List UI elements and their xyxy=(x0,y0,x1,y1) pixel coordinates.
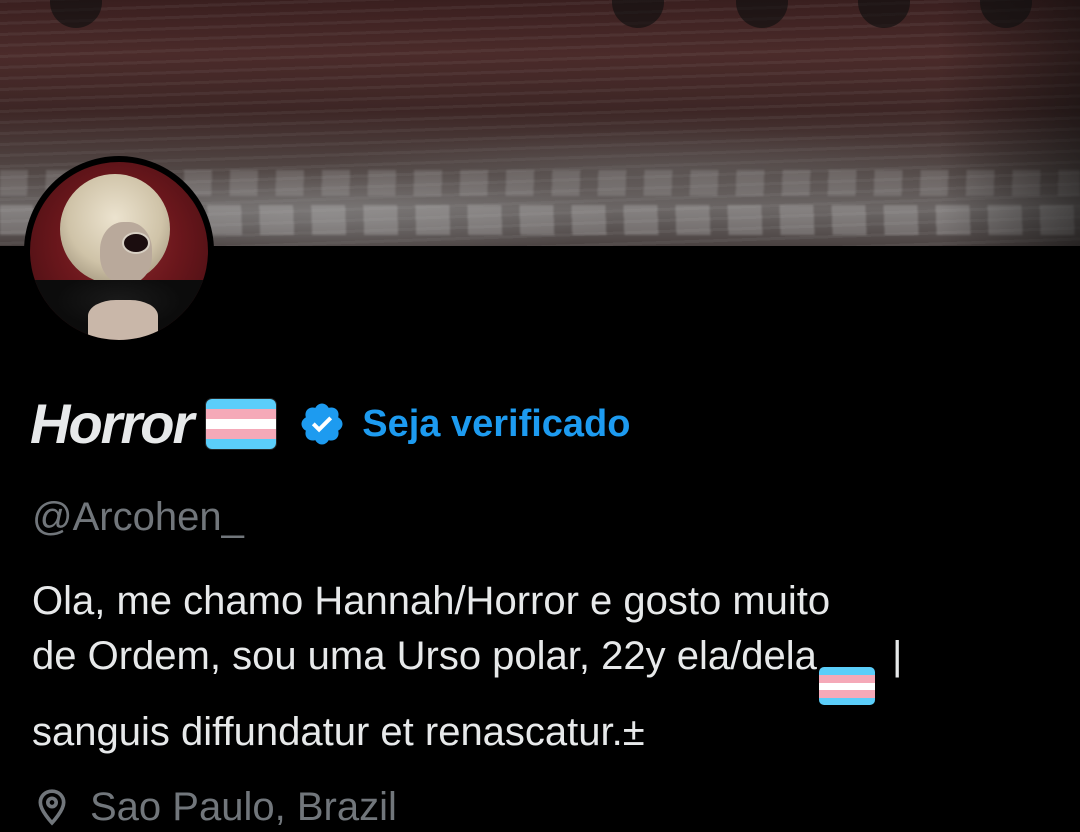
location-row: Sao Paulo, Brazil xyxy=(32,782,397,832)
bio-line: de Ordem, sou uma Urso polar, 22y ela/de… xyxy=(32,629,1042,706)
avatar[interactable] xyxy=(24,156,214,346)
bio-text: | xyxy=(880,634,903,678)
bio-line: Ola, me chamo Hannah/Horror e gosto muit… xyxy=(32,579,831,623)
header-action-button[interactable] xyxy=(736,0,788,28)
bio-line: sanguis diffundatur et renascatur.± xyxy=(32,710,645,755)
banner-shadow xyxy=(940,0,1080,246)
name-row: Horror Seja verificado xyxy=(30,392,630,456)
location-text: Sao Paulo, Brazil xyxy=(90,785,397,829)
transgender-flag-icon xyxy=(818,667,875,706)
bio-text: de Ordem, sou uma Urso polar, 22y ela/de… xyxy=(32,634,817,678)
get-verified-link[interactable]: Seja verificado xyxy=(362,400,630,448)
back-button[interactable] xyxy=(50,0,102,28)
display-name: Horror xyxy=(30,392,194,455)
user-handle: @Arcohen_ xyxy=(32,495,244,539)
verified-badge-icon[interactable] xyxy=(298,400,346,448)
transgender-flag-icon xyxy=(206,399,277,449)
profile-bio: Ola, me chamo Hannah/Horror e gosto muit… xyxy=(32,574,1042,760)
header-action-button[interactable] xyxy=(612,0,664,28)
header-action-button[interactable] xyxy=(858,0,910,28)
location-pin-icon xyxy=(38,789,66,826)
avatar-image xyxy=(30,162,208,340)
